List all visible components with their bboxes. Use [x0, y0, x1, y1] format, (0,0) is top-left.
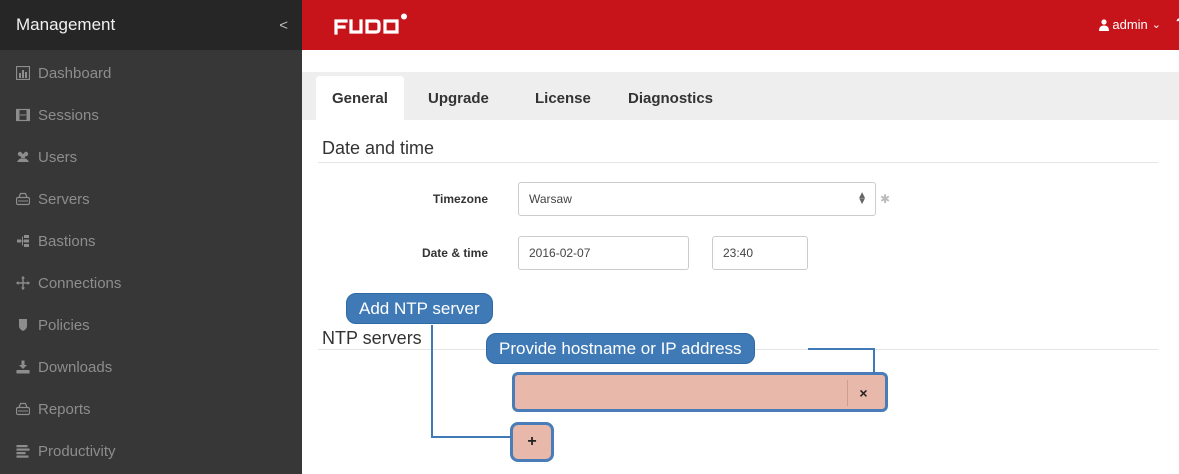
tab-license[interactable]: License: [519, 76, 607, 120]
sidebar-item-policies[interactable]: Policies: [0, 304, 302, 346]
tab-general[interactable]: General: [316, 76, 404, 120]
callout-connector: [873, 348, 875, 374]
productivity-icon: [16, 444, 30, 458]
time-input[interactable]: 23:40: [712, 236, 808, 270]
user-menu[interactable]: admin ⌄: [1099, 17, 1161, 32]
ntp-section-title: NTP servers: [322, 328, 422, 348]
add-ntp-server-callout: Add NTP server: [346, 293, 493, 324]
sessions-icon: [16, 108, 30, 122]
callout-connector: [431, 436, 511, 438]
sidebar-item-users[interactable]: Users: [0, 136, 302, 178]
reports-icon: [16, 402, 30, 416]
sidebar-item-label: Productivity: [38, 442, 116, 460]
top-bar: admin ⌄ ?: [302, 0, 1179, 50]
sidebar-item-reports[interactable]: Reports: [0, 388, 302, 430]
users-icon: [16, 150, 30, 164]
sidebar-menu: Dashboard Sessions Users Servers Bastion…: [0, 50, 302, 472]
date-input[interactable]: 2016-02-07: [518, 236, 689, 270]
tab-diagnostics[interactable]: Diagnostics: [612, 76, 729, 120]
fudo-logo: [334, 13, 416, 42]
sidebar-item-bastions[interactable]: Bastions: [0, 220, 302, 262]
date-time-section-title: Date and time: [322, 138, 435, 158]
sidebar-item-servers[interactable]: Servers: [0, 178, 302, 220]
section-divider: [318, 162, 1158, 163]
select-arrows-icon: ▲ ▼: [857, 190, 867, 207]
callout-connector: [808, 348, 875, 350]
sidebar-item-label: Reports: [38, 400, 91, 418]
sidebar-item-productivity[interactable]: Productivity: [0, 430, 302, 472]
sidebar-title: Management: [16, 15, 116, 34]
sidebar-item-label: Sessions: [38, 106, 99, 124]
date-value: 2016-02-07: [529, 246, 591, 260]
sidebar-item-dashboard[interactable]: Dashboard: [0, 52, 302, 94]
time-value: 23:40: [723, 246, 754, 260]
timezone-label: Timezone: [432, 192, 488, 206]
servers-icon: [16, 192, 30, 206]
chevron-down-icon: ⌄: [1151, 19, 1161, 31]
sidebar-item-label: Servers: [38, 190, 90, 208]
sidebar-header: Management <: [0, 0, 302, 50]
sidebar-item-sessions[interactable]: Sessions: [0, 94, 302, 136]
bastions-icon: [16, 234, 30, 248]
datetime-label: Date & time: [421, 246, 488, 260]
timezone-value: Warsaw: [529, 192, 572, 206]
clear-button[interactable]: ×: [847, 380, 879, 406]
sidebar-item-label: Policies: [38, 316, 90, 334]
policies-icon: [16, 318, 30, 332]
ntp-server-input[interactable]: ×: [512, 372, 888, 412]
tab-upgrade[interactable]: Upgrade: [412, 76, 505, 120]
gear-icon[interactable]: ✱: [880, 192, 890, 206]
fudo-logo-mark: [334, 13, 407, 35]
user-name: admin: [1112, 17, 1148, 32]
sidebar-item-connections[interactable]: Connections: [0, 262, 302, 304]
hostname-callout: Provide hostname or IP address: [486, 333, 755, 364]
add-ntp-server-button[interactable]: +: [510, 422, 554, 462]
user-icon: [1099, 18, 1110, 31]
sidebar-item-label: Dashboard: [38, 64, 112, 82]
sidebar-item-label: Bastions: [38, 232, 96, 250]
sidebar-item-label: Connections: [38, 274, 122, 292]
tab-bar: General Upgrade License Diagnostics: [302, 72, 1179, 120]
sidebar-item-label: Downloads: [38, 358, 113, 376]
sidebar-item-downloads[interactable]: Downloads: [0, 346, 302, 388]
callout-connector: [431, 325, 433, 437]
sidebar-item-label: Users: [38, 148, 78, 166]
downloads-icon: [16, 360, 30, 374]
sidebar: Management < Dashboard Sessions Users Se…: [0, 0, 302, 474]
connections-icon: [16, 276, 30, 290]
dashboard-icon: [16, 66, 30, 80]
timezone-select[interactable]: Warsaw ▲ ▼: [518, 182, 876, 216]
sidebar-collapse-button[interactable]: <: [279, 17, 288, 34]
